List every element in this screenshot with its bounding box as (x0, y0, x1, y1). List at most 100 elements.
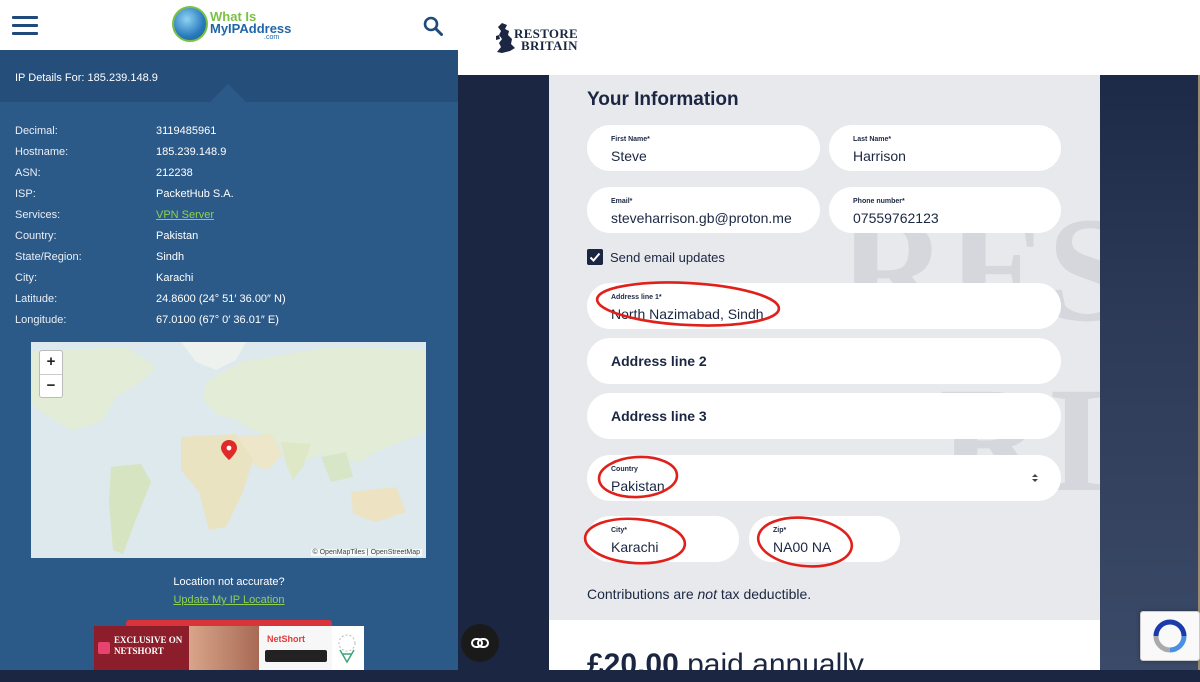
restore-britain-header: RESTORE BRITAIN (458, 0, 1200, 75)
detail-value: 185.239.148.9 (156, 146, 227, 158)
city-value: Karachi (611, 539, 659, 555)
detail-row: Hostname: 185.239.148.9 (15, 143, 445, 164)
email-updates-checkbox[interactable] (587, 249, 603, 265)
restore-britain-logo[interactable]: RESTORE BRITAIN (494, 22, 584, 58)
first-name-value: Steve (611, 148, 647, 164)
world-map-graphic (31, 342, 426, 554)
whatismyipaddress-logo[interactable]: What Is MyIPAddress .com (172, 6, 302, 46)
heading-notch (210, 84, 246, 102)
ad-headline-block: EXCLUSIVE ON NETSHORT (94, 626, 189, 670)
zoom-out-button[interactable]: − (40, 375, 62, 398)
city-label: City* (611, 527, 627, 534)
zip-label: Zip* (773, 527, 787, 534)
detail-key: ISP: (15, 188, 36, 200)
detail-value: 24.8600 (24° 51′ 36.00″ N) (156, 293, 286, 305)
detail-row: Country: Pakistan (15, 227, 445, 248)
country-label: Country (611, 466, 638, 473)
detail-row: ASN: 212238 (15, 164, 445, 185)
address-line-2-placeholder: Address line 2 (611, 353, 707, 369)
detail-row: Services: VPN Server (15, 206, 445, 227)
detail-key: Decimal: (15, 125, 58, 137)
country-select[interactable]: Country Pakistan (587, 455, 1061, 501)
your-information-form: REST RIT Your Information First Name* St… (549, 75, 1100, 620)
detail-row: Decimal: 3119485961 (15, 122, 445, 143)
phone-value: 07559762123 (853, 210, 939, 226)
ad-brand: NetShort (267, 634, 305, 644)
tax-note-end: tax deductible. (716, 586, 812, 602)
map-zoom-control: + − (39, 350, 63, 398)
tax-note: Contributions are not tax deductible. (587, 586, 811, 602)
vpn-server-link[interactable]: VPN Server (156, 209, 214, 221)
logo-text-line2: MyIPAddress (210, 21, 292, 36)
app-store-badges (265, 650, 327, 662)
zoom-in-button[interactable]: + (40, 351, 62, 375)
page-background-image (1100, 75, 1200, 670)
address-line-3-placeholder: Address line 3 (611, 408, 707, 424)
detail-row: State/Region: Sindh (15, 248, 445, 269)
last-name-field[interactable]: Last Name* Harrison (829, 125, 1061, 171)
detail-key: State/Region: (15, 251, 82, 263)
ad-headline-line2: NETSHORT (114, 646, 164, 656)
zip-value: NA00 NA (773, 539, 832, 555)
country-value: Pakistan (611, 478, 665, 494)
price-amount: £20.00 (587, 648, 679, 681)
price-summary: £20.00 paid annually (549, 620, 1100, 681)
first-name-field[interactable]: First Name* Steve (587, 125, 820, 171)
background-dark-overlay (1100, 75, 1198, 670)
link-icon (471, 638, 489, 648)
detail-value: 3119485961 (156, 125, 217, 137)
ip-heading: IP Details For: 185.239.148.9 (15, 72, 158, 84)
detail-key: Country: (15, 230, 57, 242)
detail-key: Hostname: (15, 146, 69, 158)
email-value: steveharrison.gb@proton.me (611, 210, 792, 226)
detail-value: Karachi (156, 272, 194, 284)
detail-key: Services: (15, 209, 61, 221)
ip-site-header: What Is MyIPAddress .com (0, 0, 458, 50)
globe-icon (172, 6, 208, 42)
detail-value: 212238 (156, 167, 193, 179)
tax-note-emphasis: not (697, 586, 717, 602)
price-period: paid annually (678, 648, 864, 681)
ad-choices-icon[interactable] (334, 632, 360, 664)
address-line-2-field[interactable]: Address line 2 (587, 338, 1061, 384)
select-arrows-icon (1032, 474, 1038, 482)
ad-headline-line1: EXCLUSIVE ON (114, 635, 183, 645)
email-updates-label: Send email updates (610, 250, 725, 265)
ad-store-block: NetShort (259, 626, 332, 670)
recaptcha-badge[interactable] (1140, 611, 1200, 661)
update-location-link[interactable]: Update My IP Location (0, 594, 458, 606)
accessibility-button[interactable] (461, 624, 499, 662)
zip-field[interactable]: Zip* NA00 NA (749, 516, 900, 562)
address-line-1-label: Address line 1* (611, 294, 662, 301)
recaptcha-icon (1153, 619, 1187, 653)
email-field[interactable]: Email* steveharrison.gb@proton.me (587, 187, 820, 233)
logo-britain-text: BRITAIN (521, 38, 578, 53)
address-line-1-field[interactable]: Address line 1* North Nazimabad, Sindh (587, 283, 1061, 329)
netshort-ad-banner[interactable]: EXCLUSIVE ON NETSHORT NetShort (94, 626, 364, 670)
location-map[interactable]: + − © OpenMapTiles | OpenStreetMap (31, 342, 426, 558)
section-title: Your Information (587, 89, 739, 110)
detail-value: 67.0100 (67° 0′ 36.01″ E) (156, 314, 279, 326)
city-field[interactable]: City* Karachi (587, 516, 739, 562)
detail-row: City: Karachi (15, 269, 445, 290)
map-attribution[interactable]: © OpenMapTiles | OpenStreetMap (310, 549, 422, 556)
hamburger-menu-icon[interactable] (12, 16, 38, 36)
search-icon[interactable] (423, 16, 443, 36)
detail-value: Sindh (156, 251, 185, 263)
detail-value: PacketHub S.A. (156, 188, 234, 200)
phone-label: Phone number* (853, 198, 905, 205)
logo-text-line3: .com (264, 34, 280, 41)
detail-row: ISP: PacketHub S.A. (15, 185, 445, 206)
phone-field[interactable]: Phone number* 07559762123 (829, 187, 1061, 233)
price-text: £20.00 paid annually (587, 648, 864, 682)
detail-value: Pakistan (156, 230, 199, 242)
detail-key: ASN: (15, 167, 41, 179)
last-name-value: Harrison (853, 148, 906, 164)
detail-key: Longitude: (15, 314, 67, 326)
detail-row: Latitude: 24.8600 (24° 51′ 36.00″ N) (15, 290, 445, 311)
address-line-3-field[interactable]: Address line 3 (587, 393, 1061, 439)
ad-photo (189, 626, 259, 670)
ad-headline: EXCLUSIVE ON NETSHORT (114, 635, 182, 657)
netshort-app-icon (98, 642, 110, 654)
ip-details-list: Decimal: 3119485961 Hostname: 185.239.148.… (15, 122, 445, 332)
